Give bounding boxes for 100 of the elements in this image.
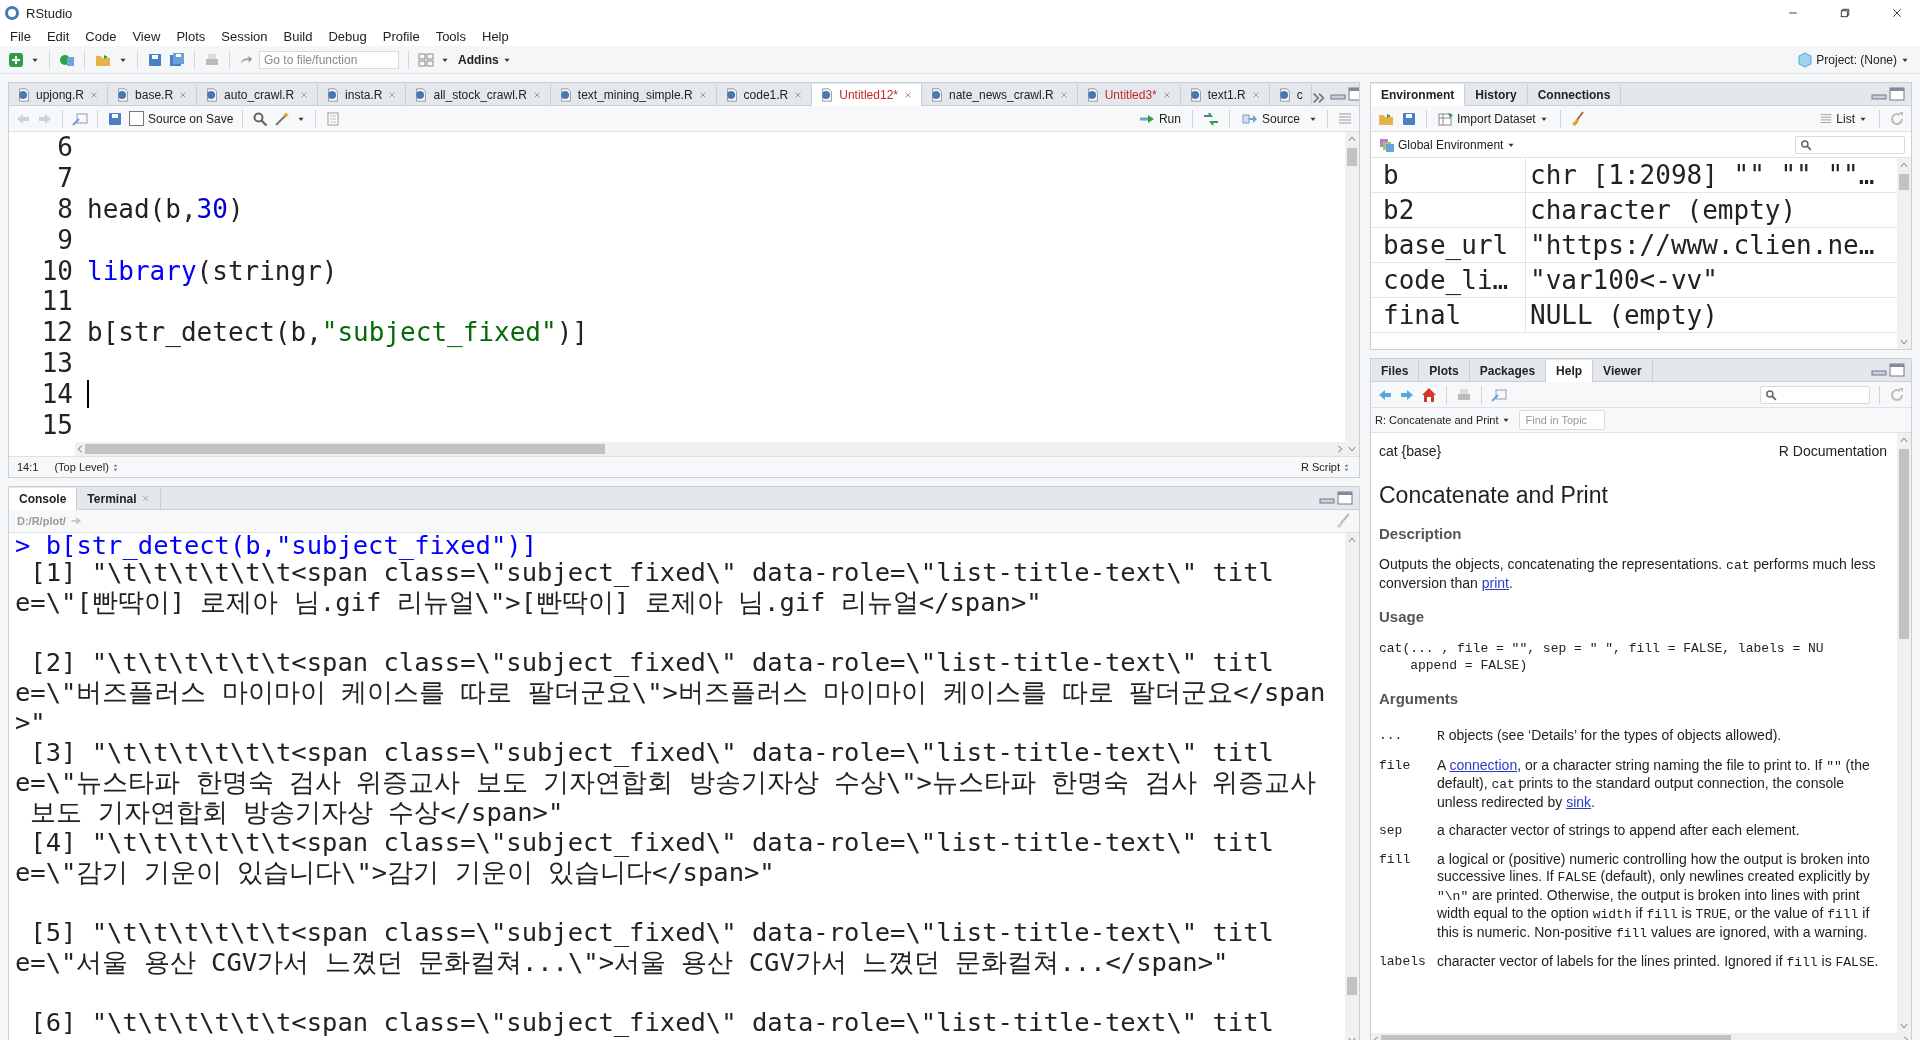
package-name: cat {base} [1379,443,1442,461]
save-icon[interactable] [147,51,163,68]
print-icon[interactable] [1456,386,1472,403]
r-file-icon [205,87,220,102]
menu-item[interactable]: File [2,28,39,44]
search-field[interactable] [1795,135,1905,154]
outline-icon[interactable] [1337,110,1353,127]
r-file-icon [414,87,429,102]
new-file-icon[interactable] [8,51,24,68]
restore-icon[interactable] [1839,7,1851,19]
code-line: head(b,30) [87,194,244,224]
rerun-icon[interactable] [1201,110,1220,127]
clear-console-icon[interactable] [1335,513,1351,529]
scrollbar-thumb[interactable] [1347,977,1357,995]
scroll-up-icon[interactable] [1899,435,1909,445]
vertical-scrollbar[interactable] [1897,433,1911,1033]
documentation-label: R Documentation [1778,443,1887,461]
import-dataset-button[interactable]: Import Dataset [1436,110,1551,127]
scroll-up-icon[interactable] [1899,160,1909,170]
popout-icon[interactable] [1491,386,1507,403]
scrollbar-thumb[interactable] [1899,174,1909,190]
console-output-line: [3] "\t\t\t\t\t\t<span class=\"subject_fixed\" data-role=\"list-title-text\" titl [29,737,1275,767]
maximize-icon[interactable] [1889,362,1905,378]
notebook-icon[interactable] [325,110,342,127]
more-tabs-icon[interactable] [1311,91,1326,105]
close-icon[interactable] [1891,7,1903,19]
window-title: RStudio [26,5,73,21]
topic-dropdown[interactable]: R: Concatenate and Print [1375,414,1511,426]
menu-item[interactable]: Edit [38,28,78,44]
variable-value: NULL (empty) [1529,300,1718,330]
console-tab[interactable]: Console [9,488,78,510]
scope-dropdown[interactable]: (Top Level) [54,461,120,473]
menu-item[interactable]: Build [275,28,321,44]
search-icon[interactable] [252,110,269,127]
project-button[interactable]: Project: (None) [1795,51,1912,68]
scroll-down-icon[interactable] [1899,337,1909,347]
save-all-icon[interactable] [169,51,185,68]
save-icon[interactable] [107,110,123,127]
scroll-left-icon[interactable] [75,444,85,454]
argument-name: file [1379,756,1412,775]
search-field[interactable] [1760,385,1870,404]
environment-tab[interactable]: Environment [1371,84,1466,106]
console-output-line: [2] "\t\t\t\t\t\t<span class=\"subject_fixed\" data-role=\"list-title-text\" titl [29,646,1275,677]
source-on-save-checkbox[interactable]: Source on Save [129,111,234,126]
environment-dropdown[interactable]: Global Environment [1377,136,1519,153]
scroll-up-icon[interactable] [1347,134,1357,144]
magic-wand-icon[interactable] [274,110,291,127]
home-icon[interactable] [1421,386,1437,403]
file-tab[interactable]: Untitled12* [812,84,922,106]
run-button[interactable]: Run [1135,110,1183,127]
maximize-icon[interactable] [1337,490,1353,506]
maximize-icon[interactable] [1347,86,1359,102]
maximize-icon[interactable] [1889,86,1905,102]
menu-item[interactable]: Debug [320,28,375,44]
vertical-scrollbar[interactable] [1345,533,1359,1040]
menu-item[interactable]: Profile [374,28,428,44]
refresh-icon[interactable] [1889,386,1905,403]
menu-item[interactable]: Code [77,28,125,44]
file-type-dropdown[interactable]: R Script [1300,461,1351,473]
working-directory: D:/R/plot/ [17,515,66,527]
menu-item[interactable]: Session [213,28,276,44]
usage-code-line: append = FALSE) [1409,656,1529,674]
menu-item[interactable]: Tools [427,28,474,44]
vertical-scrollbar[interactable] [1345,132,1359,456]
print-icon[interactable] [204,51,220,68]
list-icon [1819,111,1834,126]
view-mode-dropdown[interactable]: List [1817,111,1870,126]
source-button[interactable]: Source [1238,110,1302,127]
save-icon[interactable] [1401,110,1417,127]
menu-item[interactable]: View [124,28,169,44]
variable-name: code_li… [1371,263,1526,297]
argument-name: fill [1379,850,1412,869]
scroll-right-icon[interactable] [1335,444,1345,454]
section-heading: Arguments [1379,689,1460,707]
console-output-line: [6] "\t\t\t\t\t\t<span class=\"subject_fixed\" data-role=\"list-title-text\" titl [29,1006,1275,1037]
grid-layout-icon[interactable] [418,51,434,68]
argument-description: a character vector of strings to append after each element. [1437,822,1801,840]
addins-button[interactable]: Addins [456,52,514,67]
r-file-icon [820,88,835,102]
files-pane-tab[interactable]: Help [1546,360,1594,382]
find-in-topic-field[interactable]: Find in Topic [1518,410,1605,430]
description-text: Outputs the objects, concatenating the representations. cat performs much less conversion than print. [1379,556,1877,592]
section-heading: Description [1379,524,1463,542]
scroll-down-icon[interactable] [1347,444,1357,454]
vertical-scrollbar[interactable] [1897,158,1911,349]
arrow-icon[interactable] [69,515,82,527]
menu-item[interactable]: Plots [168,28,214,44]
menu-item[interactable]: Help [474,28,517,44]
scroll-down-icon[interactable] [1899,1021,1909,1031]
popout-icon[interactable] [72,110,88,127]
scrollbar-thumb[interactable] [1347,148,1357,166]
help-link[interactable]: print [1481,574,1509,591]
r-file-icon [1188,87,1203,102]
horizontal-scrollbar[interactable] [75,442,1345,456]
scrollbar-thumb[interactable] [85,444,605,454]
scroll-up-icon[interactable] [1347,535,1357,545]
refresh-icon[interactable] [1889,110,1905,127]
go-to-file-field[interactable]: Go to file/function [259,50,399,69]
scrollbar-thumb[interactable] [1899,449,1909,639]
variable-value: "https://www.clien.ne… [1529,230,1875,260]
